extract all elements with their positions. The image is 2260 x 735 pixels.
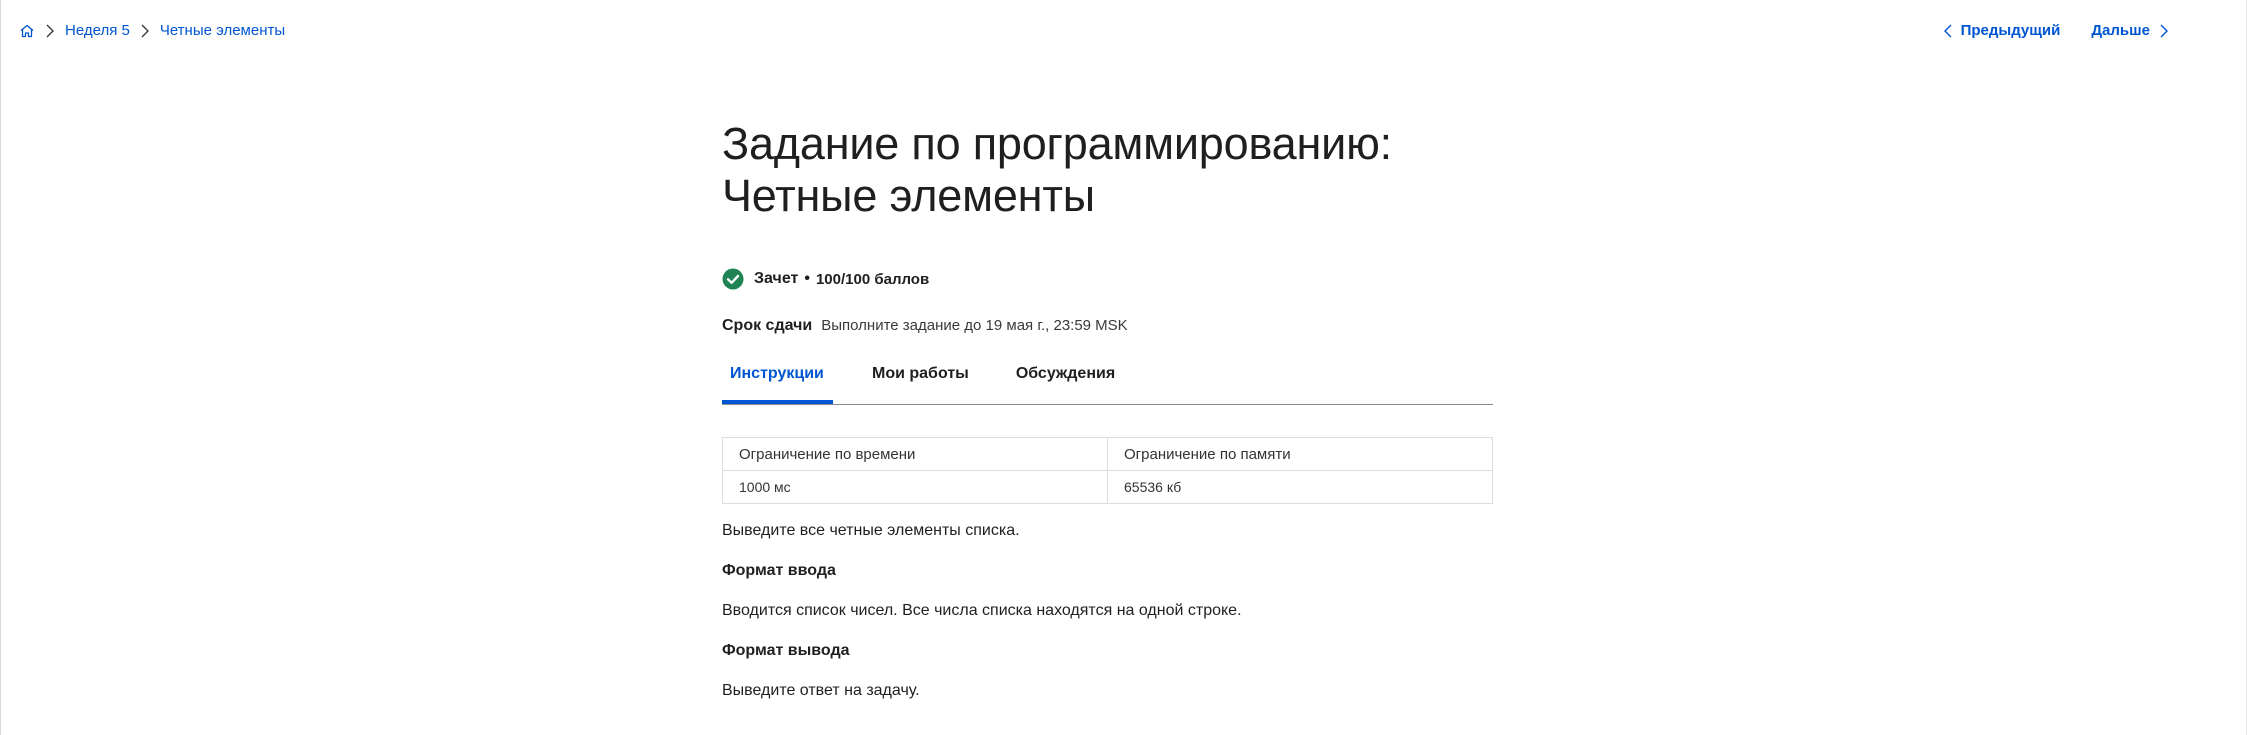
chevron-right-icon — [140, 23, 150, 39]
memory-limit-value: 65536 кб — [1107, 470, 1493, 504]
grade-status: Зачет • 100/100 баллов — [722, 268, 1493, 290]
memory-limit-header: Ограничение по памяти — [1107, 437, 1493, 471]
table-row: 1000 мс 65536 кб — [722, 470, 1493, 504]
next-button[interactable]: Дальше — [2091, 22, 2169, 39]
task-description: Выведите все четные элементы списка. — [722, 522, 1020, 539]
scrollbar[interactable] — [2246, 0, 2260, 735]
tab-my-submissions[interactable]: Мои работы — [864, 359, 977, 404]
status-separator: • — [804, 270, 810, 287]
deadline-value: Выполните задание до 19 мая г., 23:59 MS… — [821, 317, 1128, 334]
tab-discussions[interactable]: Обсуждения — [1008, 359, 1123, 404]
tab-bar: Инструкции Мои работы Обсуждения — [722, 359, 1493, 405]
input-format-heading: Формат ввода — [722, 562, 836, 579]
time-limit-header: Ограничение по времени — [722, 437, 1108, 471]
output-format-heading: Формат вывода — [722, 642, 850, 659]
chevron-right-icon — [2160, 24, 2168, 37]
pass-label: Зачет — [754, 270, 799, 287]
previous-label: Предыдущий — [1960, 22, 2061, 39]
main-content: Задание по программированию: Четные элем… — [722, 118, 1493, 704]
home-icon[interactable] — [19, 23, 35, 39]
instructions-body: Выведите все четные элементы списка. Фор… — [722, 518, 1493, 704]
breadcrumb: Неделя 5 Четные элементы — [19, 22, 285, 39]
input-format-text: Вводится список чисел. Все числа списка … — [722, 602, 1242, 619]
check-circle-icon — [722, 268, 744, 290]
deadline: Срок сдачи Выполните задание до 19 мая г… — [722, 317, 1493, 335]
item-navigation: Предыдущий Дальше — [1943, 22, 2169, 39]
time-limit-value: 1000 мс — [722, 470, 1108, 504]
limits-table: Ограничение по времени Ограничение по па… — [722, 437, 1493, 504]
breadcrumb-item-week[interactable]: Неделя 5 — [65, 22, 130, 39]
chevron-right-icon — [45, 23, 55, 39]
tab-instructions[interactable]: Инструкции — [722, 359, 833, 404]
score: 100/100 баллов — [815, 270, 930, 288]
breadcrumb-item-current[interactable]: Четные элементы — [160, 22, 285, 39]
previous-button[interactable]: Предыдущий — [1943, 22, 2061, 39]
page-title: Задание по программированию: Четные элем… — [722, 118, 1392, 221]
page: Неделя 5 Четные элементы Предыдущий Даль… — [0, 0, 2260, 735]
deadline-label: Срок сдачи — [722, 317, 813, 334]
next-label: Дальше — [2091, 22, 2150, 39]
chevron-left-icon — [1943, 24, 1952, 37]
table-header-row: Ограничение по времени Ограничение по па… — [722, 437, 1493, 471]
output-format-text: Выведите ответ на задачу. — [722, 682, 920, 699]
top-bar: Неделя 5 Четные элементы Предыдущий Даль… — [1, 0, 2247, 66]
